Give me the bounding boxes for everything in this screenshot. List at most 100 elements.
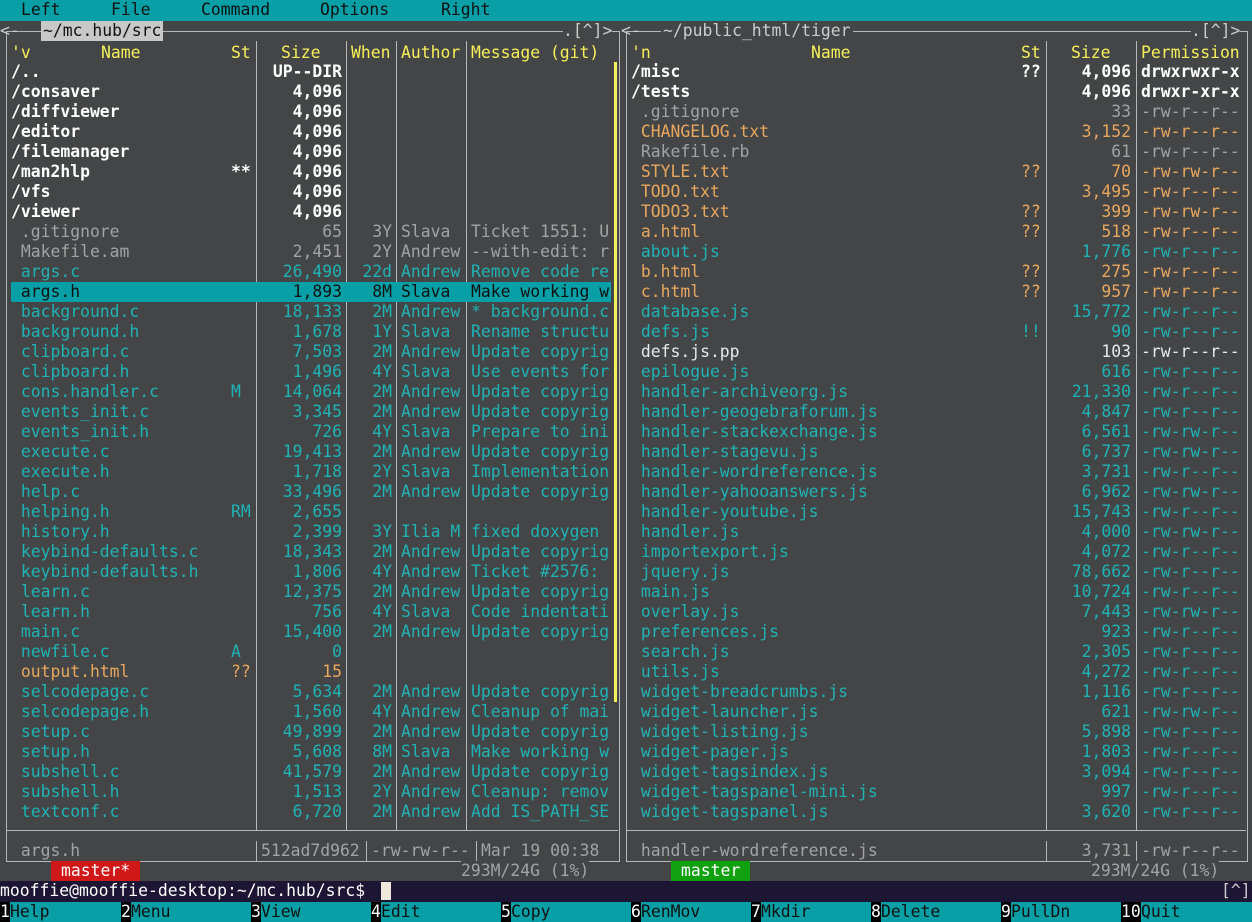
right-file-row[interactable]: b.html?? 275 -rw-r--r-- <box>620 262 1252 282</box>
left-file-row[interactable]: main.c 15,400 2M Andrew Update copyrig <box>0 622 620 642</box>
right-file-row[interactable]: about.js 1,776 -rw-r--r-- <box>620 242 1252 262</box>
right-sort-indicator[interactable]: 'n <box>631 43 651 63</box>
fkey-pulldn-button[interactable]: 9PullDn <box>1001 902 1121 922</box>
left-file-row[interactable]: .gitignore 65 3Y Slava Ticket 1551: U <box>0 222 620 242</box>
menu-left[interactable]: Left <box>21 0 60 20</box>
right-file-row[interactable]: /misc?? 4,096 drwxrwxr-x <box>620 62 1252 82</box>
right-file-row[interactable]: CHANGELOG.txt 3,152 -rw-r--r-- <box>620 122 1252 142</box>
right-col-status[interactable]: St <box>1021 43 1041 63</box>
fkey-view-button[interactable]: 3View <box>251 902 371 922</box>
right-file-row[interactable]: .gitignore 33 -rw-r--r-- <box>620 102 1252 122</box>
right-file-row[interactable]: widget-tagspanel.js 3,620 -rw-r--r-- <box>620 802 1252 822</box>
left-file-row[interactable]: /viewer 4,096 <box>0 202 620 222</box>
right-file-row[interactable]: handler.js 4,000 -rw-rw-r-- <box>620 522 1252 542</box>
left-col-name[interactable]: Name <box>101 43 140 63</box>
left-file-row[interactable]: events_init.c 3,345 2M Andrew Update copyrig <box>0 402 620 422</box>
left-file-row[interactable]: Makefile.am 2,451 2Y Andrew --with-edit: r <box>0 242 620 262</box>
left-file-row[interactable]: args.c 26,490 22d Andrew Remove code re <box>0 262 620 282</box>
left-file-row[interactable]: output.html?? 15 <box>0 662 620 682</box>
left-file-row[interactable]: selcodepage.h 1,560 4Y Andrew Cleanup of mai <box>0 702 620 722</box>
left-file-row[interactable]: /.. UP--DIR <box>0 62 620 82</box>
right-file-row[interactable]: importexport.js 4,072 -rw-r--r-- <box>620 542 1252 562</box>
right-file-row[interactable]: utils.js 4,272 -rw-r--r-- <box>620 662 1252 682</box>
right-file-row[interactable]: defs.js!! 90 -rw-r--r-- <box>620 322 1252 342</box>
left-file-row[interactable]: background.c 18,133 2M Andrew * background.c <box>0 302 620 322</box>
right-file-row[interactable]: Rakefile.rb 61 -rw-r--r-- <box>620 142 1252 162</box>
left-file-row[interactable]: /editor 4,096 <box>0 122 620 142</box>
right-file-row[interactable]: TODO.txt 3,495 -rw-r--r-- <box>620 182 1252 202</box>
left-file-row[interactable]: execute.h 1,718 2Y Slava Implementation <box>0 462 620 482</box>
right-file-row[interactable]: handler-stackexchange.js 6,561 -rw-rw-r-- <box>620 422 1252 442</box>
right-file-row[interactable]: c.html?? 957 -rw-r--r-- <box>620 282 1252 302</box>
right-file-row[interactable]: jquery.js 78,662 -rw-r--r-- <box>620 562 1252 582</box>
left-file-row[interactable]: help.c 33,496 2M Andrew Update copyrig <box>0 482 620 502</box>
menu-options[interactable]: Options <box>320 0 389 20</box>
right-file-row[interactable]: widget-listing.js 5,898 -rw-r--r-- <box>620 722 1252 742</box>
right-file-row[interactable]: handler-yahooanswers.js 6,962 -rw-rw-r-- <box>620 482 1252 502</box>
fkey-copy-button[interactable]: 5Copy <box>501 902 631 922</box>
left-file-row[interactable]: clipboard.h 1,496 4Y Slava Use events for <box>0 362 620 382</box>
left-file-row[interactable]: keybind-defaults.h 1,806 4Y Andrew Ticket #2… <box>0 562 620 582</box>
left-file-row[interactable]: events_init.h 726 4Y Slava Prepare to ini <box>0 422 620 442</box>
left-panel-history-button[interactable]: .[^]> <box>563 21 613 41</box>
right-file-row[interactable]: epilogue.js 616 -rw-r--r-- <box>620 362 1252 382</box>
left-file-row[interactable]: args.h 1,893 8M Slava Make working w <box>11 282 611 302</box>
menu-command[interactable]: Command <box>201 0 270 20</box>
right-file-row[interactable]: handler-youtube.js 15,743 -rw-r--r-- <box>620 502 1252 522</box>
left-col-when[interactable]: When <box>351 43 390 63</box>
command-history-button[interactable]: [^] <box>1221 881 1251 901</box>
right-file-row[interactable]: overlay.js 7,443 -rw-rw-r-- <box>620 602 1252 622</box>
right-file-row[interactable]: defs.js.pp 103 -rw-r--r-- <box>620 342 1252 362</box>
left-file-row[interactable]: learn.h 756 4Y Slava Code indentati <box>0 602 620 622</box>
left-file-row[interactable]: /diffviewer 4,096 <box>0 102 620 122</box>
right-file-row[interactable]: widget-tagspanel-mini.js 997 -rw-r--r-- <box>620 782 1252 802</box>
right-col-size[interactable]: Size <box>1071 43 1110 63</box>
left-file-row[interactable]: subshell.h 1,513 2Y Andrew Cleanup: remov <box>0 782 620 802</box>
left-file-row[interactable]: subshell.c 41,579 2M Andrew Update copyrig <box>0 762 620 782</box>
right-col-name[interactable]: Name <box>811 43 850 63</box>
left-file-row[interactable]: /man2hlp ** 4,096 <box>0 162 620 182</box>
left-col-message[interactable]: Message (git) <box>471 43 599 63</box>
left-file-row[interactable]: setup.h 5,608 8M Slava Make working w <box>0 742 620 762</box>
right-file-row[interactable]: /tests 4,096 drwxr-xr-x <box>620 82 1252 102</box>
left-file-row[interactable]: textconf.c 6,720 2M Andrew Add IS_PATH_SE <box>0 802 620 822</box>
right-file-row[interactable]: handler-geogebraforum.js 4,847 -rw-r--r-- <box>620 402 1252 422</box>
right-file-row[interactable]: handler-archiveorg.js 21,330 -rw-r--r-- <box>620 382 1252 402</box>
right-file-row[interactable]: STYLE.txt?? 70 -rw-rw-r-- <box>620 162 1252 182</box>
right-file-row[interactable]: database.js 15,772 -rw-r--r-- <box>620 302 1252 322</box>
left-file-row[interactable]: setup.c 49,899 2M Andrew Update copyrig <box>0 722 620 742</box>
left-file-row[interactable]: newfile.c A 0 <box>0 642 620 662</box>
fkey-delete-button[interactable]: 8Delete <box>871 902 1001 922</box>
left-file-row[interactable]: helping.h RM 2,655 <box>0 502 620 522</box>
right-file-row[interactable]: widget-pager.js 1,803 -rw-r--r-- <box>620 742 1252 762</box>
right-file-row[interactable]: main.js 10,724 -rw-r--r-- <box>620 582 1252 602</box>
right-file-row[interactable]: preferences.js 923 -rw-r--r-- <box>620 622 1252 642</box>
left-col-status[interactable]: St <box>231 43 251 63</box>
left-file-row[interactable]: history.h 2,399 3Y Ilia M fixed doxygen <box>0 522 620 542</box>
fkey-mkdir-button[interactable]: 7Mkdir <box>751 902 871 922</box>
left-col-author[interactable]: Author <box>401 43 460 63</box>
right-file-row[interactable]: search.js 2,305 -rw-r--r-- <box>620 642 1252 662</box>
menu-right[interactable]: Right <box>441 0 490 20</box>
left-sort-indicator[interactable]: 'v <box>11 43 31 63</box>
fkey-renmov-button[interactable]: 6RenMov <box>631 902 751 922</box>
left-file-row[interactable]: /vfs 4,096 <box>0 182 620 202</box>
left-file-row[interactable]: background.h 1,678 1Y Slava Rename structu <box>0 322 620 342</box>
fkey-menu-button[interactable]: 2Menu <box>121 902 251 922</box>
left-file-row[interactable]: keybind-defaults.c 18,343 2M Andrew Update c… <box>0 542 620 562</box>
left-file-row[interactable]: execute.c 19,413 2M Andrew Update copyrig <box>0 442 620 462</box>
fkey-quit-button[interactable]: 10Quit <box>1121 902 1252 922</box>
left-col-size[interactable]: Size <box>281 43 320 63</box>
fkey-help-button[interactable]: 1Help <box>0 902 121 922</box>
left-file-row[interactable]: cons.handler.c M 14,064 2M Andrew Update copy… <box>0 382 620 402</box>
left-file-row[interactable]: clipboard.c 7,503 2M Andrew Update copyrig <box>0 342 620 362</box>
right-file-row[interactable]: handler-wordreference.js 3,731 -rw-r--r-- <box>620 462 1252 482</box>
right-panel-path[interactable]: ~/public_html/tiger <box>661 21 853 41</box>
fkey-edit-button[interactable]: 4Edit <box>371 902 501 922</box>
menu-file[interactable]: File <box>111 0 150 20</box>
command-line[interactable]: mooffie@mooffie-desktop:~/mc.hub/src$ [^… <box>0 881 1252 902</box>
right-col-permission[interactable]: Permission <box>1141 43 1240 63</box>
left-file-row[interactable]: selcodepage.c 5,634 2M Andrew Update copyrig <box>0 682 620 702</box>
left-file-row[interactable]: learn.c 12,375 2M Andrew Update copyrig <box>0 582 620 602</box>
right-file-row[interactable]: widget-tagsindex.js 3,094 -rw-r--r-- <box>620 762 1252 782</box>
